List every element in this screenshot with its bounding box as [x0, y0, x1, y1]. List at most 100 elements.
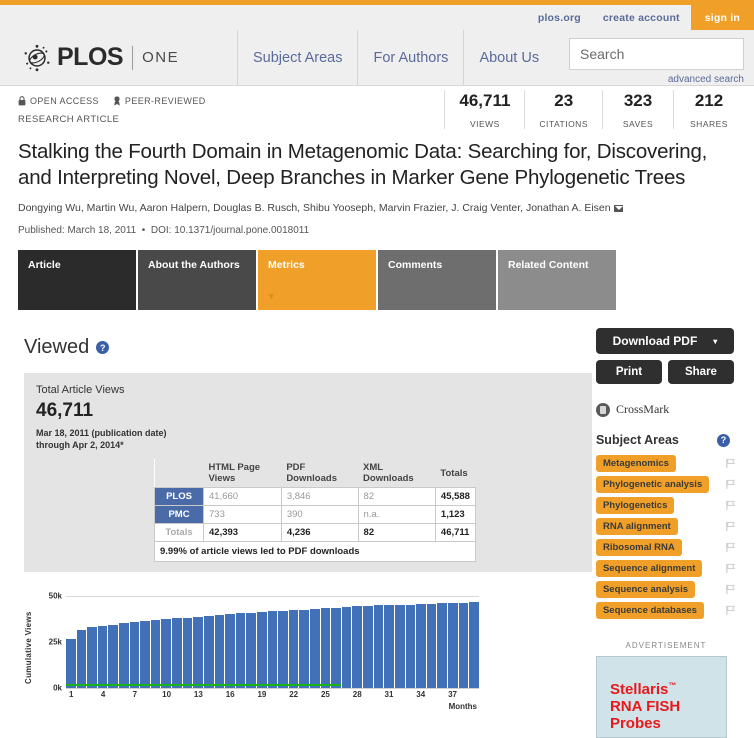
help-icon[interactable]: ? — [96, 341, 110, 354]
chart-bar — [458, 602, 469, 688]
metric-saves[interactable]: 323 SAVES — [602, 90, 673, 129]
list-item: Ribosomal RNA — [595, 539, 736, 556]
search-box[interactable] — [569, 38, 754, 70]
chart-y-tick: 0k — [53, 683, 62, 693]
chart-x-axis-label: Months — [448, 702, 477, 711]
download-pdf-button[interactable]: Download PDF ▾ — [595, 328, 734, 354]
search-area: advanced search — [569, 38, 754, 85]
nav-about-us[interactable]: About Us — [463, 30, 554, 85]
share-button[interactable]: Share — [667, 360, 734, 384]
plos-emblem-icon — [24, 44, 50, 71]
flag-icon[interactable] — [725, 542, 736, 553]
subject-areas-help-icon[interactable]: ? — [717, 433, 730, 447]
row-label-totals: Totals — [154, 523, 204, 542]
logo-divider — [132, 45, 134, 70]
main-navigation: Subject Areas For Authors About Us — [238, 30, 554, 85]
tab-comments-label: Comments — [388, 259, 443, 271]
chart-x-tick: 13 — [193, 690, 203, 699]
chart-bar — [182, 617, 193, 688]
flag-icon[interactable] — [725, 584, 736, 595]
subject-tag-sequence-analysis[interactable]: Sequence analysis — [595, 581, 695, 598]
page-title: Stalking the Fourth Domain in Metagenomi… — [18, 140, 708, 189]
open-access-badge: OPEN ACCESS — [18, 96, 99, 106]
chart-x-tick: 19 — [257, 690, 267, 699]
subject-tag-phylogenetics[interactable]: Phylogenetics — [595, 497, 675, 514]
subject-tag-phylogenetic-analysis[interactable]: Phylogenetic analysis — [595, 476, 710, 493]
metric-shares-label: SHARES — [690, 119, 728, 129]
tab-metrics[interactable]: Metrics ▾ — [258, 250, 376, 310]
tab-comments[interactable]: Comments — [378, 250, 496, 310]
views-breakdown-table: HTML Page Views PDF Downloads XML Downlo… — [154, 459, 477, 562]
col-html-page-views: HTML Page Views — [203, 459, 282, 488]
subject-tag-sequence-alignment[interactable]: Sequence alignment — [595, 560, 703, 577]
metric-views-label: VIEWS — [469, 119, 500, 129]
chart-bar — [140, 621, 150, 688]
subject-tag-ribosomal-rna[interactable]: Ribosomal RNA — [595, 539, 682, 556]
chart-bar — [437, 603, 447, 688]
chart-bar — [214, 615, 225, 688]
col-pdf-downloads: PDF Downloads — [281, 459, 359, 488]
nav-for-authors[interactable]: For Authors — [357, 30, 463, 85]
create-account-link[interactable]: create account — [592, 5, 691, 30]
chart-bar — [278, 610, 288, 688]
metric-citations[interactable]: 23 CITATIONS — [524, 90, 602, 129]
flag-icon[interactable] — [725, 500, 736, 511]
sign-in-button[interactable]: sign in — [690, 5, 754, 30]
flag-icon[interactable] — [725, 479, 736, 490]
caret-down-icon: ▾ — [713, 336, 718, 346]
subject-areas-header: Subject Areas ? — [596, 433, 736, 447]
chart-y-tick: 25k — [48, 637, 62, 647]
chart-bar — [405, 604, 416, 688]
chart-bar — [416, 604, 426, 688]
download-pdf-label: Download PDF — [612, 334, 698, 348]
email-author-icon[interactable] — [613, 204, 623, 212]
metric-views[interactable]: 46,711 VIEWS — [444, 90, 524, 129]
nav-subject-areas[interactable]: Subject Areas — [238, 30, 357, 85]
chart-bar — [469, 602, 479, 688]
crossmark-widget[interactable]: CrossMark — [595, 402, 736, 417]
advanced-search-link[interactable]: advanced search — [569, 74, 744, 85]
tab-about-the-authors[interactable]: About the Authors — [138, 250, 256, 310]
tab-article[interactable]: Article — [18, 250, 136, 310]
chevron-down-icon: ▾ — [269, 291, 274, 301]
chart-bar — [193, 616, 203, 688]
chart-bar — [150, 620, 161, 688]
plos-org-link[interactable]: plos.org — [527, 5, 592, 30]
chart-bar — [161, 619, 172, 688]
col-xml-downloads: XML Downloads — [358, 459, 436, 488]
table-header-row: HTML Page Views PDF Downloads XML Downlo… — [154, 459, 476, 488]
total-views-value: 46,711 — [36, 400, 94, 421]
plos-xml-downloads: 82 — [357, 487, 436, 506]
flag-icon[interactable] — [725, 458, 736, 469]
chart-bar — [447, 603, 458, 688]
print-button[interactable]: Print — [595, 360, 662, 384]
pdf-conversion-footnote: 9.99% of article views led to PDF downlo… — [154, 541, 476, 562]
article-header: 46,711 VIEWS 23 CITATIONS 323 SAVES 212 … — [0, 86, 754, 236]
flag-icon[interactable] — [725, 563, 736, 574]
metric-saves-value: 323 — [623, 91, 653, 110]
flag-icon[interactable] — [725, 521, 736, 532]
date-range-line2: through Apr 2, 2014* — [36, 440, 124, 450]
crossmark-icon — [595, 402, 610, 417]
chart-x-tick: 25 — [320, 690, 330, 699]
article-tabs: Article About the Authors Metrics ▾ Comm… — [18, 250, 754, 310]
advertisement-banner[interactable]: Stellaris™ RNA FISH Probes — [595, 656, 727, 738]
chart-y-tick: 50k — [48, 591, 62, 601]
metric-shares[interactable]: 212 SHARES — [673, 90, 744, 129]
search-input[interactable] — [578, 45, 754, 63]
pmc-totals: 1,123 — [434, 505, 477, 524]
chart-x-tick: 22 — [289, 690, 299, 699]
flag-icon[interactable] — [725, 605, 736, 616]
ad-line3: Probes — [609, 715, 661, 732]
chart-bar — [310, 609, 320, 688]
subject-tag-sequence-databases[interactable]: Sequence databases — [595, 602, 704, 619]
tab-related-content[interactable]: Related Content — [498, 250, 616, 310]
chart-x-tick: 31 — [384, 690, 394, 699]
ad-trademark: ™ — [668, 681, 677, 690]
chart-bar — [331, 607, 341, 688]
chart-bar — [299, 609, 310, 688]
plos-one-logo[interactable]: PLOS ONE — [0, 43, 237, 73]
chart-bar — [172, 618, 182, 688]
subject-tag-metagenomics[interactable]: Metagenomics — [595, 455, 676, 472]
subject-tag-rna-alignment[interactable]: RNA alignment — [595, 518, 678, 535]
